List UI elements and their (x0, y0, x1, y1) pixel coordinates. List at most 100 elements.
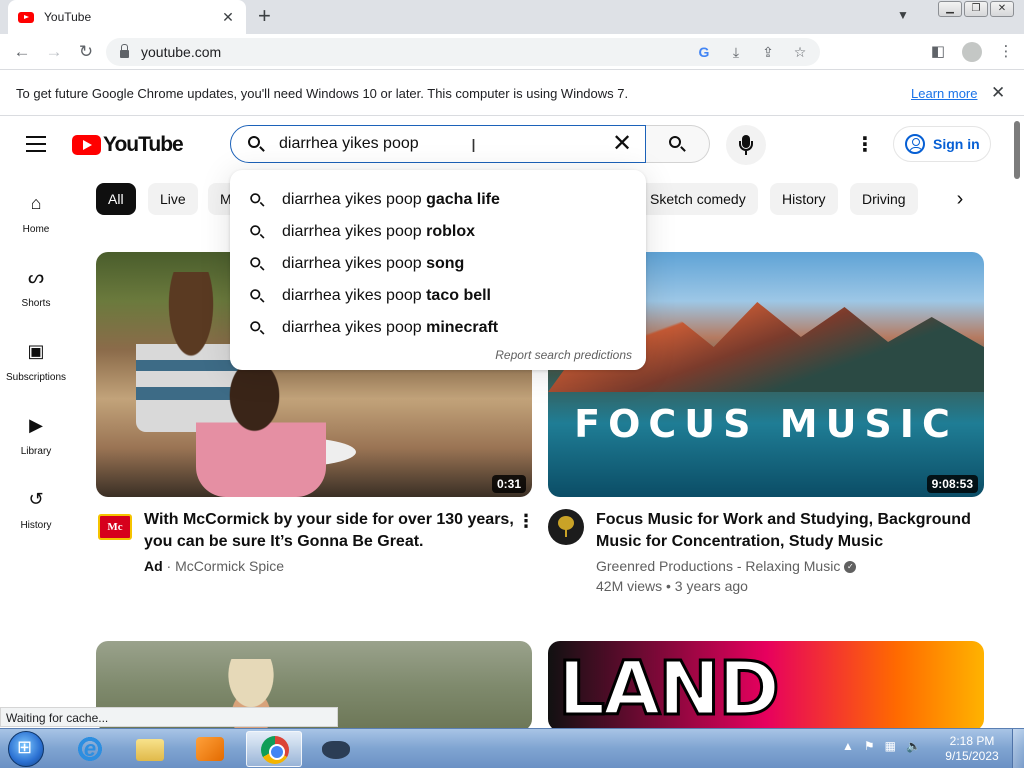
show-desktop-button[interactable] (1012, 729, 1024, 768)
search-query-text[interactable]: diarrhea yikes poop (279, 135, 603, 153)
taskbar-app[interactable] (308, 731, 364, 767)
window-controls: ▁ ❐ ✕ (938, 1, 1014, 17)
url-text[interactable]: youtube.com (141, 44, 696, 60)
video-thumbnail[interactable]: LAND (548, 641, 984, 731)
youtube-logo[interactable]: YouTube (72, 133, 184, 157)
search-icon (247, 135, 265, 153)
video-title[interactable]: With McCormick by your side for over 130… (144, 509, 514, 553)
taskbar-clock[interactable]: 2:18 PM 9/15/2023 (944, 734, 1000, 764)
more-actions-icon[interactable]: ⋮ (517, 511, 535, 532)
sidebar-label: History (20, 520, 52, 531)
side-panel-icon[interactable]: ◧ (928, 42, 948, 62)
settings-more-icon[interactable]: ⋮ (855, 131, 875, 159)
show-hidden-icons-icon[interactable]: ▲ (842, 739, 854, 753)
account-icon (905, 134, 925, 154)
channel-name[interactable]: McCormick Spice (175, 558, 284, 574)
reload-icon[interactable]: ↻ (75, 41, 97, 63)
profile-avatar[interactable] (962, 42, 982, 62)
suggestion-completion: song (426, 255, 465, 272)
taskbar-chrome[interactable] (246, 731, 302, 767)
suggestion-item[interactable]: diarrhea yikes poop roblox (230, 216, 646, 248)
chrome-menu-icon[interactable]: ⋮ (996, 42, 1016, 62)
new-tab-button[interactable]: + (258, 5, 271, 27)
tab-search-chevron-icon[interactable]: ▼ (897, 8, 909, 22)
sidebar-label: Subscriptions (5, 372, 67, 383)
voice-search-button[interactable] (726, 125, 766, 165)
search-icon (668, 135, 688, 155)
search-input[interactable]: diarrhea yikes poop I ✕ (230, 125, 646, 163)
suggestion-item[interactable]: diarrhea yikes poop taco bell (230, 280, 646, 312)
install-app-icon[interactable]: ⤓ (728, 44, 744, 61)
menu-icon[interactable] (26, 136, 46, 152)
clear-search-icon[interactable]: ✕ (603, 126, 641, 162)
tab-close-icon[interactable]: ✕ (220, 9, 236, 26)
taskbar-internet-explorer[interactable]: e (62, 731, 118, 767)
chip-live[interactable]: Live (148, 183, 198, 215)
clock-date: 9/15/2023 (945, 749, 999, 763)
sidebar-item-history[interactable]: ↺ History (0, 469, 72, 543)
text-cursor-icon: I (471, 136, 477, 156)
scrollbar-thumb[interactable] (1014, 121, 1020, 179)
lock-icon[interactable] (120, 43, 129, 58)
learn-more-link[interactable]: Learn more (911, 86, 977, 101)
search-suggestions: diarrhea yikes poop gacha life diarrhea … (230, 170, 646, 370)
taskbar-explorer[interactable] (122, 731, 178, 767)
search-button[interactable] (646, 125, 710, 163)
chip-sketch-comedy[interactable]: Sketch comedy (638, 183, 758, 215)
tab-youtube[interactable]: YouTube ✕ (8, 0, 246, 34)
address-bar[interactable]: youtube.com G ⤓ ⇪ ☆ (106, 38, 820, 66)
suggestion-prefix: diarrhea yikes poop (282, 287, 427, 304)
thumbnail-text: FOCUS MUSIC (574, 402, 958, 446)
google-lens-icon[interactable]: G (696, 44, 712, 61)
search-icon (249, 320, 264, 335)
sidebar-item-home[interactable]: ⌂ Home (0, 173, 72, 247)
action-center-flag-icon[interactable]: ⚑ (864, 739, 875, 753)
shorts-icon: ᔕ (27, 267, 45, 287)
thumbnail-text: LAND (557, 646, 782, 732)
start-button[interactable] (8, 731, 44, 767)
suggestion-prefix: diarrhea yikes poop (282, 319, 427, 336)
infobar-close-icon[interactable]: ✕ (991, 83, 1005, 103)
close-window-button[interactable]: ✕ (990, 1, 1014, 17)
share-icon[interactable]: ⇪ (760, 44, 776, 61)
video-duration: 0:31 (491, 475, 526, 493)
minimize-button[interactable]: ▁ (938, 1, 962, 17)
video-title-line: Music for Concentration, Study Music (596, 533, 884, 550)
suggestion-item[interactable]: diarrhea yikes poop minecraft (230, 312, 646, 344)
taskbar-media-player[interactable] (182, 731, 238, 767)
suggestion-completion: roblox (426, 223, 475, 240)
forward-arrow-icon[interactable]: → (43, 41, 65, 63)
suggestion-completion: gacha life (426, 191, 500, 208)
sidebar-item-library[interactable]: ▶ Library (0, 395, 72, 469)
suggestion-item[interactable]: diarrhea yikes poop song (230, 248, 646, 280)
channel-avatar[interactable] (548, 509, 584, 545)
chip-history[interactable]: History (770, 183, 838, 215)
sidebar-item-shorts[interactable]: ᔕ Shorts (0, 247, 72, 321)
channel-avatar[interactable]: Mc (98, 510, 134, 546)
microphone-icon (739, 135, 753, 155)
video-channel-line: Greenred Productions - Relaxing Music ✓ (596, 558, 857, 574)
network-icon[interactable]: ▦ (885, 739, 896, 753)
back-arrow-icon[interactable]: ← (11, 41, 33, 63)
bookmark-star-icon[interactable]: ☆ (792, 44, 808, 61)
sign-in-button[interactable]: Sign in (893, 126, 991, 162)
search-icon (249, 192, 264, 207)
chevron-right-icon[interactable]: › (944, 183, 976, 215)
internet-explorer-icon: e (76, 735, 104, 763)
video-channel-line: Ad · McCormick Spice (144, 558, 285, 574)
chip-driving[interactable]: Driving (850, 183, 918, 215)
search-icon (249, 224, 264, 239)
channel-name[interactable]: Greenred Productions - Relaxing Music (596, 558, 840, 574)
chip-all[interactable]: All (96, 183, 136, 215)
page-scrollbar[interactable] (1010, 117, 1024, 727)
home-icon: ⌂ (30, 193, 42, 213)
volume-icon[interactable]: 🔈 (906, 739, 921, 753)
video-title[interactable]: Focus Music for Work and Studying, Backg… (596, 509, 971, 553)
restore-button[interactable]: ❐ (964, 1, 988, 17)
suggestion-item[interactable]: diarrhea yikes poop gacha life (230, 184, 646, 216)
report-predictions-link[interactable]: Report search predictions (495, 348, 632, 362)
suggestion-prefix: diarrhea yikes poop (282, 223, 427, 240)
suggestion-prefix: diarrhea yikes poop (282, 255, 427, 272)
sidebar-item-subscriptions[interactable]: ▣ Subscriptions (0, 321, 72, 395)
youtube-logo-text: YouTube (103, 133, 184, 156)
